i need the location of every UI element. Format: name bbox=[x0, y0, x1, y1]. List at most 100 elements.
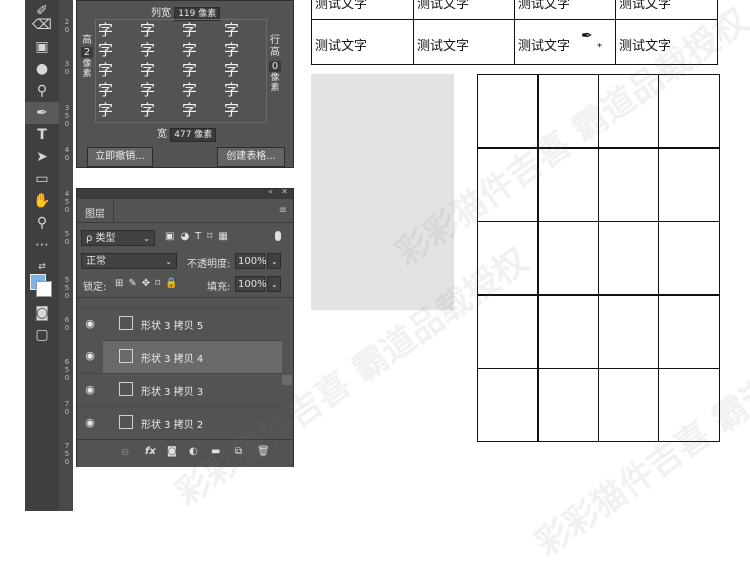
ruler-label: 0 bbox=[64, 458, 70, 466]
zoom-icon[interactable]: ⚲ bbox=[25, 212, 59, 234]
col-width-label: 列宽 bbox=[151, 8, 171, 19]
eraser-icon[interactable]: ⌫ bbox=[25, 14, 59, 36]
add-mask-icon[interactable]: ◙ bbox=[167, 446, 177, 457]
rows-input[interactable]: 0 bbox=[269, 61, 281, 72]
width-input[interactable]: 477 像素 bbox=[170, 128, 217, 142]
quick-mask-icon[interactable]: ◙ bbox=[25, 302, 59, 324]
layer-name[interactable]: 形状 3 拷贝 2 bbox=[141, 416, 203, 431]
ruler-label: 3 bbox=[64, 60, 70, 68]
ruler-label: 0 bbox=[64, 154, 70, 162]
blur-icon[interactable]: ● bbox=[25, 58, 59, 80]
opacity-dropdown-icon[interactable]: ⌄ bbox=[267, 253, 281, 269]
group-folder-icon[interactable]: ▬ bbox=[211, 446, 220, 457]
fill-dropdown-icon[interactable]: ⌄ bbox=[267, 276, 281, 292]
grid-table-cell bbox=[657, 147, 720, 223]
grid-preview-char: 字 bbox=[182, 41, 198, 59]
screen-mode-icon[interactable]: ▢ bbox=[25, 324, 59, 346]
divider bbox=[77, 297, 293, 298]
gradient-icon[interactable]: ▣ bbox=[25, 36, 59, 58]
ruler-label: 5 bbox=[64, 198, 70, 206]
pen-cursor-icon: ✒ bbox=[581, 28, 593, 44]
layer-name[interactable]: 形状 3 拷贝 3 bbox=[141, 383, 203, 398]
ruler-label: 0 bbox=[64, 324, 70, 332]
layer-row[interactable]: ◉ 形状 3 拷贝 2 bbox=[77, 406, 282, 439]
visibility-eye-icon[interactable]: ◉ bbox=[83, 383, 97, 397]
grid-table-cell bbox=[537, 74, 599, 149]
filter-icons[interactable]: ▣◕T⌑▦ bbox=[165, 231, 234, 242]
grid-preview-char: 字 bbox=[140, 21, 156, 39]
grid-preview-char: 字 bbox=[182, 81, 198, 99]
cell-text: 测试文字 bbox=[619, 39, 672, 54]
scrollbar-thumb[interactable] bbox=[282, 375, 292, 385]
cell-text: 测试文字 bbox=[518, 0, 571, 12]
grid-table-cell bbox=[657, 367, 720, 443]
rectangle-icon[interactable]: ▭ bbox=[25, 168, 59, 190]
table-grid-preview[interactable]: 字字字字字字字字字字字字字字字字字字字字 bbox=[95, 19, 267, 123]
shape-layer-icon bbox=[119, 349, 133, 363]
visibility-eye-icon[interactable]: ◉ bbox=[83, 317, 97, 331]
create-table-button[interactable]: 创建表格... bbox=[217, 147, 285, 167]
collapse-icon[interactable]: « bbox=[268, 187, 273, 196]
tab-layers[interactable]: 图层 bbox=[81, 200, 114, 222]
dodge-icon[interactable]: ⚲ bbox=[25, 80, 59, 102]
close-icon[interactable]: ✕ bbox=[281, 187, 288, 196]
shape-layer-icon bbox=[119, 316, 133, 330]
ruler-label: 3 bbox=[64, 104, 70, 112]
visibility-eye-icon[interactable]: ◉ bbox=[83, 349, 97, 363]
layer-row[interactable]: ◉ 形状 3 拷贝 5 bbox=[77, 307, 282, 340]
trash-icon[interactable]: 🗑 bbox=[257, 446, 270, 457]
grid-table-cell bbox=[537, 220, 599, 296]
shape-layer-icon bbox=[119, 382, 133, 396]
ruler-label: 6 bbox=[64, 316, 70, 324]
more-icon[interactable]: ⋯ bbox=[25, 234, 59, 256]
layer-row[interactable]: ◉ 形状 3 拷贝 3 bbox=[77, 373, 282, 406]
fill-input[interactable]: 100% bbox=[235, 276, 267, 292]
grid-table-cell bbox=[477, 147, 539, 223]
hand-icon[interactable]: ✋ bbox=[25, 190, 59, 212]
table-plugin-panel: 列宽 119 像素 高 2 像素 字字字字字字字字字字字字字字字字字字字字 行 … bbox=[76, 0, 294, 168]
layers-panel: « ✕ 图层 ≡ ρ 类型 ⌄ ▣◕T⌑▦ 正常 ⌄ 不透明度: 100% ⌄ … bbox=[76, 187, 294, 467]
link-layers-icon[interactable]: ⊖ bbox=[121, 447, 129, 458]
grid-table-cell bbox=[597, 147, 660, 223]
grid-table-cell bbox=[597, 294, 660, 370]
ruler-label: 5 bbox=[64, 366, 70, 374]
grid-table-cell bbox=[657, 74, 720, 149]
grid-preview-char: 字 bbox=[224, 81, 240, 99]
grid-preview-char: 字 bbox=[224, 21, 240, 39]
layer-name[interactable]: 形状 3 拷贝 4 bbox=[141, 350, 203, 365]
blend-mode-select[interactable]: 正常 ⌄ bbox=[81, 253, 177, 269]
pen-icon[interactable]: ✒ bbox=[25, 102, 59, 124]
grid-preview-char: 字 bbox=[224, 101, 240, 119]
layer-row-selected[interactable]: 形状 3 拷贝 4 bbox=[103, 340, 282, 373]
rows-label2: 高 bbox=[270, 47, 280, 58]
grid-table-cell bbox=[597, 220, 660, 296]
layer-name[interactable]: 形状 3 拷贝 5 bbox=[141, 317, 203, 332]
undo-button[interactable]: 立即撤销... bbox=[87, 147, 153, 167]
filter-toggle-icon[interactable] bbox=[275, 231, 281, 241]
fx-icon[interactable]: fx bbox=[145, 446, 156, 457]
row-height-input[interactable]: 2 bbox=[81, 47, 93, 58]
divider bbox=[77, 222, 293, 223]
grid-preview-char: 字 bbox=[182, 21, 198, 39]
ruler-label: 0 bbox=[64, 292, 70, 300]
grid-table-cell bbox=[477, 367, 539, 443]
opacity-input[interactable]: 100% bbox=[235, 253, 267, 269]
ruler-label: 7 bbox=[64, 400, 70, 408]
lock-icons[interactable]: ⊞✎✥⌑🔒 bbox=[115, 278, 183, 289]
panel-menu-icon[interactable]: ≡ bbox=[279, 205, 287, 216]
grid-table-cell bbox=[537, 294, 599, 370]
cell-text: 测试文字 bbox=[619, 0, 672, 12]
panel-header-bar: « ✕ bbox=[77, 187, 293, 199]
lock-label: 锁定: bbox=[83, 282, 107, 293]
background-color-swatch[interactable] bbox=[36, 281, 52, 297]
type-icon[interactable]: T bbox=[25, 124, 59, 146]
ruler-label: 4 bbox=[64, 146, 70, 154]
visibility-eye-icon[interactable]: ◉ bbox=[83, 416, 97, 430]
path-select-icon[interactable]: ➤ bbox=[25, 146, 59, 168]
grid-preview-char: 字 bbox=[98, 61, 114, 79]
cell-text: 测试文字 bbox=[315, 39, 368, 54]
grid-preview-char: 字 bbox=[98, 41, 114, 59]
adjustment-layer-icon[interactable]: ◐ bbox=[189, 446, 198, 457]
new-layer-icon[interactable]: ⧉ bbox=[235, 446, 242, 457]
layer-filter-select[interactable]: ρ 类型 ⌄ bbox=[81, 230, 155, 246]
